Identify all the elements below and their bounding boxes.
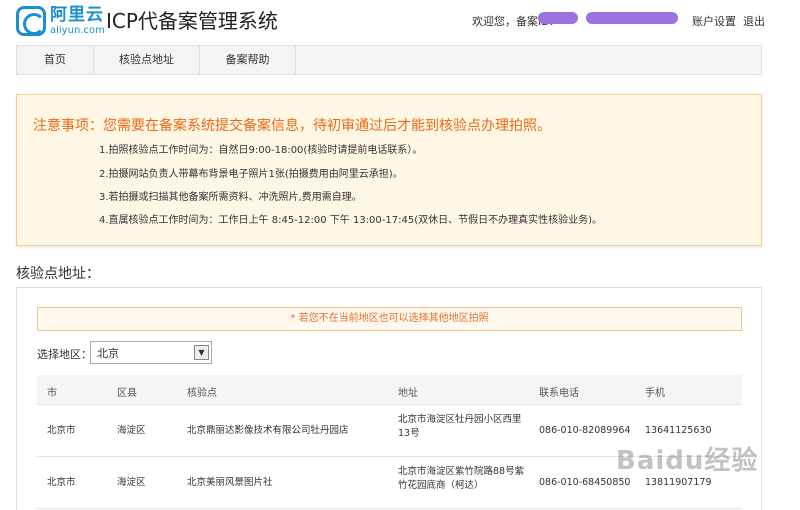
baidu-watermark: Baidu经验 <box>616 446 759 476</box>
cell-point: 北京鼎丽达影像技术有限公司牡丹园店 <box>187 425 349 436</box>
cell-phone: 086-010-68450850 <box>539 477 631 488</box>
top-header: 阿里云 aliyun.com ICP代备案管理系统 欢迎您，备案ID: 账户设置… <box>0 0 800 44</box>
column-header-point: 核验点 <box>187 388 217 399</box>
notice-box: 注意事项：您需要在备案系统提交备案信息，待初审通过后才能到核验点办理拍照。 1.… <box>16 94 762 246</box>
region-select[interactable]: 北京 ▼ <box>90 341 212 364</box>
chevron-down-icon[interactable]: ▼ <box>194 345 209 360</box>
aliyun-logo-icon <box>16 6 46 36</box>
cell-point: 北京美丽风景图片社 <box>187 477 273 488</box>
column-header-district: 区县 <box>117 388 137 399</box>
system-title: ICP代备案管理系统 <box>106 9 278 33</box>
column-header-address: 地址 <box>398 388 418 399</box>
notice-line: 1.拍照核验点工作时间为：自然日9:00-18:00(核验时请提前电话联系）。 <box>99 145 423 156</box>
region-tip: * 若您不在当前地区也可以选择其他地区拍照 <box>37 307 742 331</box>
cell-district: 海淀区 <box>117 425 146 436</box>
account-settings-link[interactable]: 账户设置 <box>692 13 736 29</box>
cell-mobile: 13641125630 <box>645 425 712 436</box>
column-header-phone: 联系电话 <box>539 388 579 399</box>
cell-address: 北京市海淀区紫竹院路88号紫竹花园底商（柯达） <box>398 466 525 491</box>
cell-city: 北京市 <box>47 477 76 488</box>
notice-line: 2.拍摄网站负责人带幕布背景电子照片1张(拍摄费用由阿里云承担)。 <box>99 169 403 180</box>
redacted-id-mark <box>538 12 578 24</box>
redacted-id-mark <box>586 12 678 24</box>
region-selected-value: 北京 <box>97 347 119 360</box>
cell-city: 北京市 <box>47 425 76 436</box>
cell-mobile: 13811907179 <box>645 477 712 488</box>
cell-district: 海淀区 <box>117 477 146 488</box>
region-label: 选择地区： <box>37 348 92 361</box>
cell-phone: 086-010-82089964 <box>539 425 631 436</box>
nav-item-help[interactable]: 备案帮助 <box>200 46 296 74</box>
table-header: 市 区县 核验点 地址 联系电话 手机 <box>37 375 742 405</box>
section-title: 核验点地址： <box>16 266 100 282</box>
logout-link[interactable]: 退出 <box>743 13 765 29</box>
logo-text-en: aliyun.com <box>50 25 105 36</box>
cell-address: 北京市海淀区牡丹园小区西里13号 <box>398 414 522 439</box>
notice-line: 3.若拍摄或扫描其他备案所需资料、冲洗照片,费用需自理。 <box>99 192 362 203</box>
column-header-mobile: 手机 <box>645 388 665 399</box>
logo-text-cn: 阿里云 <box>50 5 104 25</box>
nav-item-verification-points[interactable]: 核验点地址 <box>94 46 200 74</box>
main-nav: 首页 核验点地址 备案帮助 <box>16 45 762 75</box>
column-header-city: 市 <box>47 388 57 399</box>
nav-item-home[interactable]: 首页 <box>17 46 94 74</box>
notice-title: 注意事项：您需要在备案系统提交备案信息，待初审通过后才能到核验点办理拍照。 <box>33 118 551 134</box>
notice-line: 4.直属核验点工作时间为：工作日上午 8:45-12:00 下午 13:00-1… <box>99 215 603 226</box>
aliyun-logo[interactable]: 阿里云 aliyun.com <box>16 6 105 38</box>
